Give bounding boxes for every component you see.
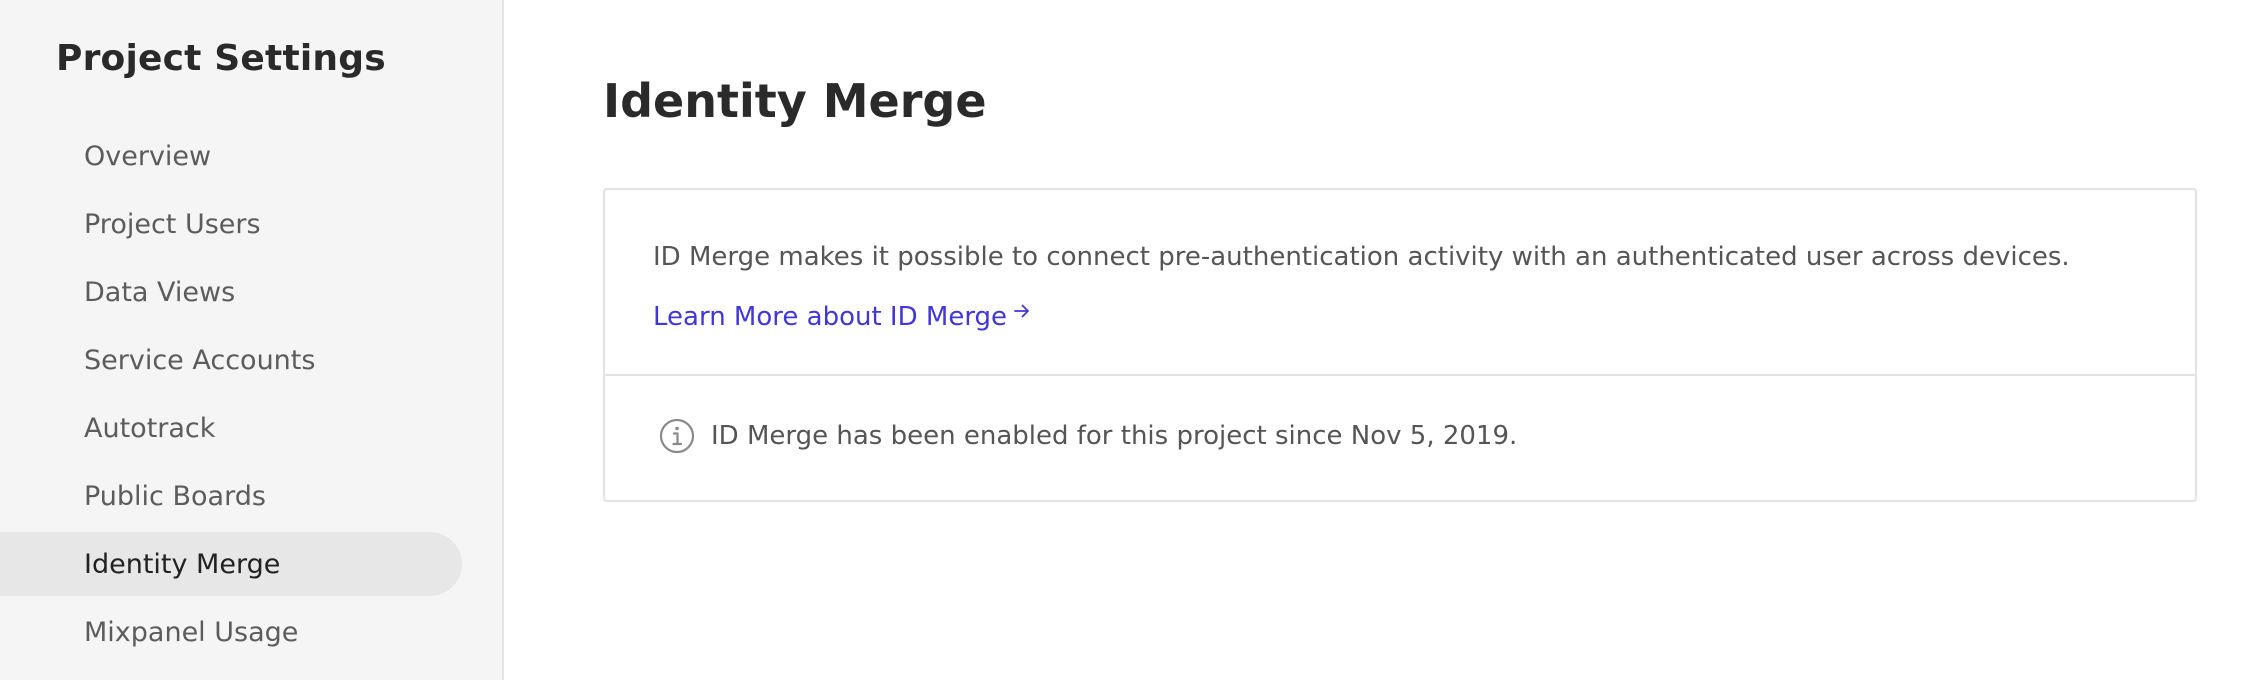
info-icon — [659, 418, 695, 454]
main-content: Identity Merge ID Merge makes it possibl… — [504, 0, 2264, 680]
learn-more-link-label: Learn More about ID Merge — [653, 302, 1008, 332]
id-merge-card: ID Merge makes it possible to connect pr… — [603, 188, 2197, 502]
sidebar-item-service-accounts[interactable]: Service Accounts — [0, 328, 504, 392]
card-description-section: ID Merge makes it possible to connect pr… — [605, 190, 2195, 376]
card-status-section: ID Merge has been enabled for this proje… — [605, 376, 2195, 500]
sidebar-item-identity-merge[interactable]: Identity Merge — [0, 532, 462, 596]
sidebar-item-project-users[interactable]: Project Users — [0, 192, 504, 256]
sidebar-item-overview[interactable]: Overview — [0, 124, 504, 188]
id-merge-status-text: ID Merge has been enabled for this proje… — [711, 421, 1518, 451]
page-title: Identity Merge — [603, 74, 987, 128]
sidebar: Project Settings Overview Project Users … — [0, 0, 504, 680]
sidebar-item-mixpanel-usage[interactable]: Mixpanel Usage — [0, 600, 504, 664]
learn-more-link[interactable]: Learn More about ID Merge — [653, 302, 1031, 332]
status-row: ID Merge has been enabled for this proje… — [659, 418, 1517, 454]
id-merge-description: ID Merge makes it possible to connect pr… — [653, 242, 2070, 272]
app-layout: Project Settings Overview Project Users … — [0, 0, 2264, 680]
sidebar-item-autotrack[interactable]: Autotrack — [0, 396, 504, 460]
sidebar-nav: Overview Project Users Data Views Servic… — [0, 124, 504, 668]
arrow-right-icon — [1013, 302, 1031, 325]
sidebar-title: Project Settings — [56, 38, 386, 79]
sidebar-item-public-boards[interactable]: Public Boards — [0, 464, 504, 528]
sidebar-item-data-views[interactable]: Data Views — [0, 260, 504, 324]
